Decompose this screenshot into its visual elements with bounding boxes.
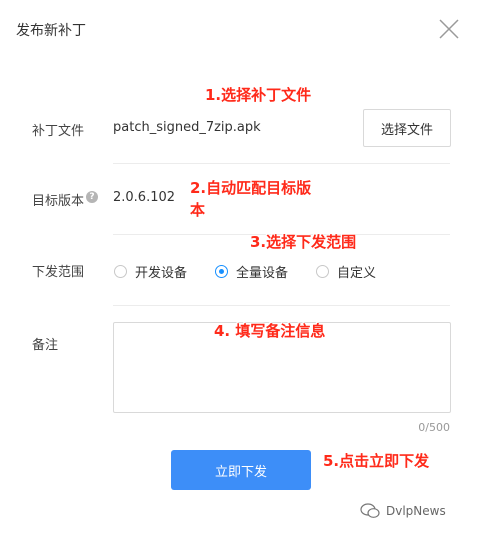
annotation-step5: 5.点击立即下发 [323, 452, 430, 470]
annotation-step2-line2: 本 [190, 201, 206, 219]
submit-button[interactable]: 立即下发 [171, 450, 311, 490]
watermark-text: DvlpNews [386, 504, 446, 518]
close-icon[interactable] [437, 17, 461, 41]
patch-filename: patch_signed_7zip.apk [113, 120, 261, 135]
remark-label: 备注 [32, 338, 59, 353]
patch-file-label: 补丁文件 [32, 124, 85, 139]
radio-circle-icon [114, 265, 127, 278]
radio-dev-devices[interactable]: 开发设备 [114, 262, 187, 281]
annotation-step1: 1.选择补丁文件 [205, 86, 312, 104]
publish-patch-dialog: 发布新补丁 补丁文件 patch_signed_7zip.apk 选择文件 目标… [0, 0, 480, 534]
divider [113, 163, 450, 164]
scope-label: 下发范围 [32, 265, 85, 280]
radio-selected-icon [215, 265, 228, 278]
char-counter: 0/500 [418, 421, 450, 434]
target-version-label: 目标版本 [32, 194, 85, 209]
watermark: DvlpNews [360, 503, 446, 519]
help-icon[interactable]: ? [86, 191, 98, 203]
radio-label: 自定义 [337, 266, 377, 281]
radio-label: 全量设备 [236, 266, 289, 281]
annotation-step3: 3.选择下发范围 [250, 233, 357, 251]
choose-file-button[interactable]: 选择文件 [363, 109, 451, 147]
divider [113, 305, 450, 306]
radio-custom[interactable]: 自定义 [316, 262, 376, 281]
dialog-title: 发布新补丁 [16, 23, 86, 39]
wechat-icon [360, 503, 380, 518]
annotation-step4: 4. 填写备注信息 [214, 322, 326, 340]
radio-circle-icon [316, 265, 329, 278]
annotation-step2-line1: 2.自动匹配目标版 [190, 179, 312, 197]
target-version-value: 2.0.6.102 [113, 190, 176, 205]
radio-label: 开发设备 [135, 266, 188, 281]
radio-all-devices[interactable]: 全量设备 [215, 262, 288, 281]
